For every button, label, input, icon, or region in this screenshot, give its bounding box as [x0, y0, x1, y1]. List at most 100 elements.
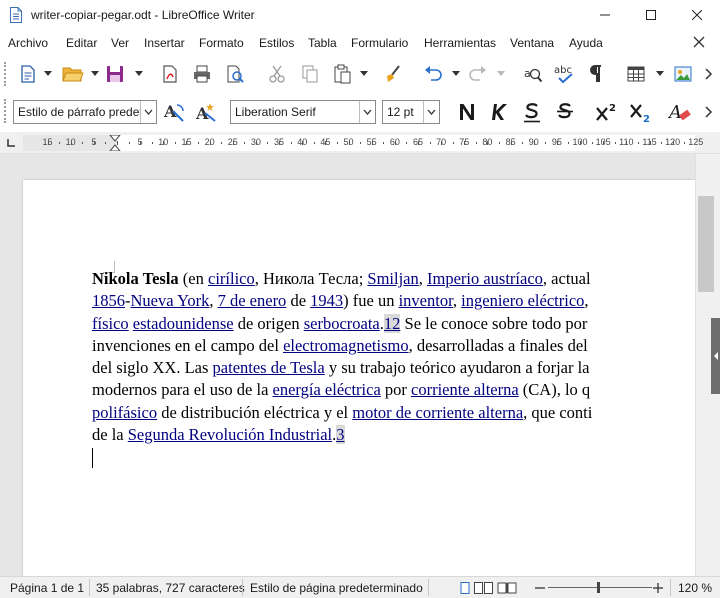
hyperlink[interactable]: Smiljan: [367, 269, 418, 288]
zoom-slider[interactable]: [548, 587, 652, 588]
redo-dropdown-icon[interactable]: [497, 71, 505, 77]
footnote-reference[interactable]: 3: [336, 425, 345, 445]
minimize-button[interactable]: [582, 0, 628, 30]
redo-button[interactable]: [466, 62, 490, 86]
document-canvas[interactable]: Nikola Tesla (en cirílico, Никола Тесла;…: [0, 154, 695, 580]
menu-ver[interactable]: Ver: [111, 36, 129, 50]
menu-herramientas[interactable]: Herramientas: [424, 36, 496, 50]
menu-tabla[interactable]: Tabla: [308, 36, 337, 50]
update-style-button[interactable]: A: [162, 99, 186, 125]
hyperlink[interactable]: 7 de enero: [218, 291, 287, 310]
hyperlink[interactable]: 1856: [92, 291, 125, 310]
zoom-in-icon[interactable]: [653, 583, 663, 593]
text-line[interactable]: 1856-Nueva York, 7 de enero de 1943) fue…: [92, 290, 672, 312]
undo-dropdown-icon[interactable]: [452, 71, 460, 77]
font-size-combo[interactable]: 12 pt: [382, 100, 440, 124]
text-line[interactable]: Nikola Tesla (en cirílico, Никола Тесла;…: [92, 268, 672, 290]
word-count[interactable]: 35 palabras, 727 caracteres: [96, 581, 245, 595]
menu-insertar[interactable]: Insertar: [144, 36, 185, 50]
spelling-button[interactable]: abc: [552, 62, 578, 86]
superscript-button[interactable]: 2: [594, 99, 620, 125]
page-style[interactable]: Estilo de página predeterminado: [250, 581, 423, 595]
find-replace-button[interactable]: a: [521, 62, 545, 86]
text-line[interactable]: modernos para el uso de la energía eléct…: [92, 379, 672, 401]
copy-button[interactable]: [298, 62, 322, 86]
vertical-scrollbar[interactable]: [695, 154, 720, 576]
text-line[interactable]: de la Segunda Revolución Industrial.3: [92, 424, 672, 446]
cut-button[interactable]: [265, 62, 289, 86]
hyperlink[interactable]: cirílico: [208, 269, 255, 288]
hyperlink[interactable]: energía eléctrica: [273, 380, 381, 399]
print-button[interactable]: [190, 62, 214, 86]
book-view-icon[interactable]: [497, 582, 517, 594]
save-dropdown-icon[interactable]: [135, 71, 143, 77]
toolbar-overflow-button[interactable]: [700, 62, 718, 86]
vertical-scrollbar-thumb[interactable]: [698, 196, 714, 292]
font-size-dropdown[interactable]: [423, 101, 439, 123]
zoom-out-icon[interactable]: [535, 583, 545, 593]
tab-stop-icon[interactable]: [6, 138, 16, 148]
hyperlink[interactable]: Segunda Revolución Industrial: [128, 425, 332, 444]
indent-marker-icon[interactable]: [109, 135, 121, 151]
menu-editar[interactable]: Editar: [66, 36, 97, 50]
new-document-button[interactable]: [16, 62, 40, 86]
hyperlink[interactable]: polifásico: [92, 403, 157, 422]
zoom-slider-thumb[interactable]: [597, 582, 600, 593]
sidebar-toggle[interactable]: [711, 318, 720, 394]
hyperlink[interactable]: electromagnetismo: [283, 336, 409, 355]
save-button[interactable]: [103, 62, 127, 86]
clone-formatting-button[interactable]: [381, 62, 405, 86]
menu-formato[interactable]: Formato: [199, 36, 244, 50]
hyperlink[interactable]: serbocroata: [304, 314, 380, 333]
bold-button[interactable]: [454, 99, 480, 125]
paragraph-style-combo[interactable]: Estilo de párrafo predet: [13, 100, 157, 124]
single-page-view-icon[interactable]: [460, 582, 470, 594]
hyperlink[interactable]: ingeniero eléctrico: [461, 291, 584, 310]
hyperlink[interactable]: inventor: [399, 291, 453, 310]
hyperlink[interactable]: Nueva York: [131, 291, 210, 310]
open-button[interactable]: [60, 62, 86, 86]
underline-button[interactable]: [520, 99, 544, 125]
text-line[interactable]: físico estadounidense de origen serbocro…: [92, 313, 672, 335]
paste-dropdown-icon[interactable]: [360, 71, 368, 77]
close-document-icon[interactable]: [692, 35, 706, 49]
paste-button[interactable]: [330, 62, 354, 86]
hyperlink[interactable]: motor de corriente alterna: [352, 403, 523, 422]
text-line[interactable]: del siglo XX. Las patentes de Tesla y su…: [92, 357, 672, 379]
toolbar-grip[interactable]: [4, 99, 7, 123]
paragraph-style-dropdown[interactable]: [140, 101, 156, 123]
export-pdf-button[interactable]: [158, 62, 182, 86]
menu-ayuda[interactable]: Ayuda: [569, 36, 603, 50]
text-line[interactable]: invenciones en el campo del electromagne…: [92, 335, 672, 357]
menu-ventana[interactable]: Ventana: [510, 36, 554, 50]
clear-formatting-button[interactable]: A: [667, 99, 693, 125]
multi-page-view-icon[interactable]: [474, 582, 494, 594]
font-name-dropdown[interactable]: [359, 101, 375, 123]
undo-button[interactable]: [421, 62, 445, 86]
hyperlink[interactable]: corriente alterna: [411, 380, 519, 399]
toolbar2-overflow-button[interactable]: [700, 99, 718, 125]
zoom-level[interactable]: 120 %: [678, 581, 712, 595]
table-dropdown-icon[interactable]: [656, 71, 664, 77]
hyperlink[interactable]: físico: [92, 314, 129, 333]
insert-table-button[interactable]: [624, 62, 648, 86]
menu-archivo[interactable]: Archivo: [8, 36, 48, 50]
hyperlink[interactable]: patentes de Tesla: [213, 358, 325, 377]
font-name-combo[interactable]: Liberation Serif: [230, 100, 376, 124]
horizontal-ruler[interactable]: 1510551015202530354045505560657075808590…: [0, 132, 720, 154]
hyperlink[interactable]: estadounidense: [133, 314, 234, 333]
close-button[interactable]: [674, 0, 720, 30]
menu-formulario[interactable]: Formulario: [351, 36, 408, 50]
maximize-button[interactable]: [628, 0, 674, 30]
hyperlink[interactable]: 1943: [310, 291, 343, 310]
subscript-button[interactable]: 2: [628, 99, 654, 125]
formatting-marks-button[interactable]: [585, 62, 609, 86]
insert-image-button[interactable]: [671, 62, 695, 86]
new-dropdown-icon[interactable]: [44, 71, 52, 77]
hyperlink[interactable]: Imperio austríaco: [427, 269, 543, 288]
toolbar-grip[interactable]: [4, 62, 7, 86]
strikethrough-button[interactable]: [553, 99, 577, 125]
print-preview-button[interactable]: [223, 62, 247, 86]
menu-estilos[interactable]: Estilos: [259, 36, 294, 50]
text-line[interactable]: polifásico de distribución eléctrica y e…: [92, 402, 672, 424]
